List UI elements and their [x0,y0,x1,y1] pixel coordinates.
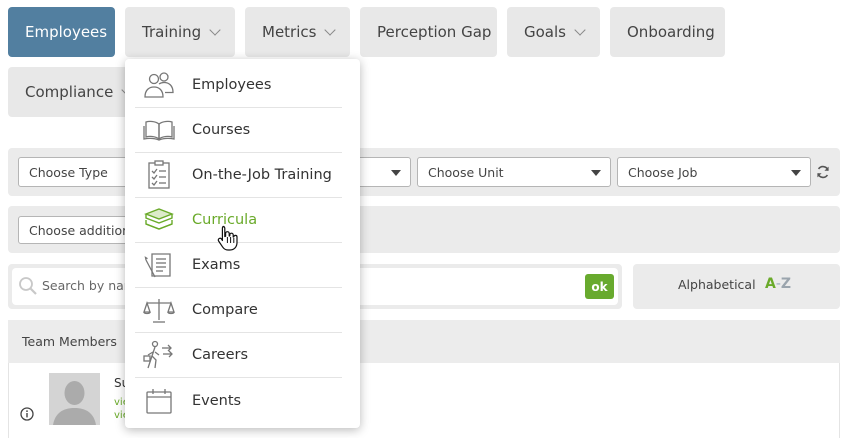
menu-item-label: Events [192,392,242,409]
tab-perception-gap-label: Perception Gap [377,23,492,41]
hand-pointer-cursor [216,224,240,252]
unit-select-value: Choose Unit [428,164,504,180]
tab-compliance-label: Compliance [25,83,114,101]
search-placeholder: Search by name [42,278,126,293]
type-select[interactable]: Choose Type [18,157,138,187]
menu-item-label: Exams [192,257,241,273]
tab-onboarding-label: Onboarding [627,23,715,41]
caret-down-icon [791,170,801,176]
chevron-down-icon [324,23,337,36]
caret-down-icon [391,170,401,176]
az-sort-a: A [765,276,776,292]
tab-employees[interactable]: Employees [8,7,115,57]
tab-training[interactable]: Training [125,7,235,57]
people-icon [142,70,176,100]
refresh-icon[interactable] [815,164,831,180]
open-book-icon [142,115,176,145]
menu-item-compare[interactable]: Compare [135,288,342,333]
az-sort-toggle[interactable]: A-Z [765,276,791,292]
team-members-title: Team Members [22,334,117,349]
search-icon [18,276,38,296]
ok-button[interactable]: ok [585,274,614,299]
exam-icon [142,250,176,280]
job-select[interactable]: Choose Job [617,157,811,187]
additional-select[interactable]: Choose additional [18,216,134,244]
tab-metrics-label: Metrics [262,23,317,41]
az-sort-z: Z [780,276,792,292]
tab-goals[interactable]: Goals [507,7,600,57]
tab-training-label: Training [142,23,202,41]
scales-icon [142,295,176,325]
menu-item-label: Compare [192,302,258,318]
type-select-value: Choose Type [29,164,108,180]
training-dropdown-menu: Employees Courses On-the-Job Training Cu… [125,59,360,428]
tab-perception-gap[interactable]: Perception Gap [360,7,497,57]
info-icon[interactable] [20,407,34,421]
menu-item-employees[interactable]: Employees [135,63,342,108]
menu-item-label: On-the-Job Training [192,167,332,183]
ok-button-label: ok [591,279,608,294]
additional-select-value: Choose additional [29,222,134,238]
caret-down-icon [591,170,601,176]
tab-onboarding[interactable]: Onboarding [610,7,725,57]
chevron-down-icon [209,23,221,36]
tab-metrics[interactable]: Metrics [245,7,350,57]
search-input[interactable]: Search by name [42,278,126,296]
menu-item-label: Careers [192,347,249,363]
menu-item-label: Employees [192,77,272,93]
menu-item-events[interactable]: Events [135,378,342,423]
menu-item-courses[interactable]: Courses [135,108,342,153]
tab-employees-label: Employees [25,23,108,41]
menu-item-careers[interactable]: Careers [135,333,342,378]
stacked-books-icon [142,205,176,235]
unit-select[interactable]: Choose Unit [417,157,611,187]
checklist-icon [142,160,176,190]
job-select-value: Choose Job [628,164,698,180]
sort-label: Alphabetical [678,277,756,292]
tab-goals-label: Goals [524,23,566,41]
tab-compliance[interactable]: Compliance [8,67,133,117]
career-icon [142,340,176,370]
avatar [49,373,100,425]
calendar-icon [142,386,176,416]
menu-item-on-the-job-training[interactable]: On-the-Job Training [135,153,342,198]
chevron-down-icon [574,23,586,36]
menu-item-label: Courses [192,122,251,138]
